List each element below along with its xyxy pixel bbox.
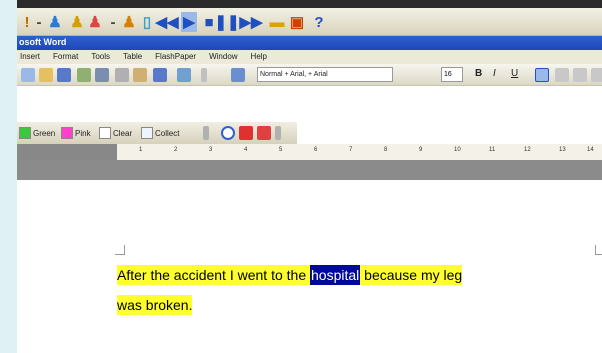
circle-icon[interactable] [221, 126, 235, 140]
collect-label: Collect [155, 128, 180, 138]
help-icon[interactable]: ? [311, 12, 327, 32]
clear-swatch-icon [99, 127, 111, 139]
user-icon[interactable]: ♟ [69, 12, 85, 32]
rewind-icon[interactable]: ◀◀ [155, 12, 178, 32]
image-icon[interactable] [257, 126, 271, 140]
green-label: Green [33, 128, 56, 138]
undo-icon[interactable] [153, 68, 167, 82]
save-icon[interactable] [57, 68, 71, 82]
ruler-number: 7 [349, 147, 353, 153]
ruler-number: 14 [587, 147, 594, 153]
open-icon[interactable] [39, 68, 53, 82]
annotation-toolbar: ! - ♟ ♟ ♟ - ♟ ▯ ◀◀ ▶ ■ ❚❚ ▶▶ ▬ ▣ ? [17, 8, 602, 36]
research-icon[interactable] [95, 68, 109, 82]
new-icon[interactable] [21, 68, 35, 82]
record-icon[interactable] [239, 126, 253, 140]
pink-highlight-button[interactable]: Pink [61, 126, 91, 140]
green-swatch-icon [19, 127, 31, 139]
clear-highlight-button[interactable]: Clear [99, 126, 132, 140]
underline-button[interactable]: U [511, 68, 518, 79]
highlighted-text[interactable]: because my leg [360, 265, 463, 285]
ruler-number: 10 [454, 147, 461, 153]
collect-button[interactable]: Collect [141, 126, 179, 140]
cut-icon[interactable] [115, 68, 129, 82]
toolbar-separator [275, 126, 281, 140]
menu-table[interactable]: Table [123, 52, 142, 62]
clear-label: Clear [113, 128, 133, 138]
ruler-number: 5 [279, 147, 283, 153]
green-highlight-button[interactable]: Green [19, 126, 55, 140]
ruler-number: 2 [174, 147, 178, 153]
ruler-number: 6 [314, 147, 318, 153]
justify-icon[interactable] [591, 68, 602, 82]
toolbar-separator [201, 68, 207, 82]
selected-word[interactable]: hospital [310, 265, 361, 285]
highlighted-text-line2[interactable]: was broken. [117, 295, 193, 315]
document-page[interactable]: After the accident I went to the hospita… [17, 180, 602, 353]
ruler-number: 3 [209, 147, 213, 153]
styles-icon[interactable] [231, 68, 245, 82]
ruler-number: 8 [384, 147, 388, 153]
italic-button[interactable]: I [493, 68, 496, 79]
spelling-icon[interactable] [77, 68, 91, 82]
style-select[interactable]: Normal + Arial, + Arial [257, 67, 393, 82]
top-edge [17, 0, 602, 8]
fast-forward-icon[interactable]: ▶▶ [239, 12, 262, 32]
user-red-icon[interactable]: ♟ [87, 12, 103, 32]
folder-icon[interactable]: ▬ [269, 12, 285, 32]
ruler-number: 11 [489, 147, 496, 153]
ruler-number: 4 [244, 147, 248, 153]
window-title: osoft Word [19, 37, 67, 47]
play-icon[interactable]: ▶ [181, 12, 197, 32]
app-window: ! - ♟ ♟ ♟ - ♟ ▯ ◀◀ ▶ ■ ❚❚ ▶▶ ▬ ▣ ? osoft… [17, 0, 602, 353]
person-icon[interactable]: ♟ [47, 12, 63, 32]
margin-corner-left [115, 245, 125, 255]
horizontal-ruler[interactable]: 1 2 3 4 5 6 7 8 9 10 11 12 13 14 [17, 144, 602, 160]
dropdown-icon[interactable]: - [31, 12, 47, 32]
highlighted-text[interactable]: After the accident I went to the [117, 265, 310, 285]
margin-corner-right [595, 245, 602, 255]
paste-icon[interactable] [133, 68, 147, 82]
menu-format[interactable]: Format [53, 52, 78, 62]
toolbar-separator [203, 126, 209, 140]
ruler-number: 9 [419, 147, 423, 153]
bold-button[interactable]: B [475, 68, 482, 79]
menu-tools[interactable]: Tools [91, 52, 110, 62]
menu-insert[interactable]: Insert [20, 52, 40, 62]
menu-bar: Insert Format Tools Table FlashPaper Win… [17, 50, 602, 64]
highlight-toolbar: Green Pink Clear Collect [17, 122, 297, 144]
menu-help[interactable]: Help [251, 52, 267, 62]
ruler-number: 12 [524, 147, 531, 153]
ruler-number: 13 [559, 147, 566, 153]
dropdown-icon[interactable]: - [105, 12, 121, 32]
title-bar: osoft Word [17, 36, 602, 50]
document-background [17, 160, 602, 180]
hyperlink-icon[interactable] [177, 68, 191, 82]
save-icon[interactable]: ▣ [289, 12, 305, 32]
align-left-icon[interactable] [535, 68, 549, 82]
document-text[interactable]: After the accident I went to the hospita… [117, 260, 577, 320]
ruler-margin-left [17, 144, 117, 160]
align-right-icon[interactable] [573, 68, 587, 82]
pink-swatch-icon [61, 127, 73, 139]
menu-flashpaper[interactable]: FlashPaper [155, 52, 196, 62]
pause-icon[interactable]: ❚❚ [214, 12, 239, 32]
pink-label: Pink [75, 128, 91, 138]
font-size-select[interactable]: 16 [441, 67, 463, 82]
align-center-icon[interactable] [555, 68, 569, 82]
standard-toolbar: Normal + Arial, + Arial 16 B I U [17, 64, 602, 86]
collect-icon [141, 127, 153, 139]
menu-window[interactable]: Window [209, 52, 237, 62]
page-icon[interactable]: ▯ [139, 12, 155, 32]
ruler-scale: 1 2 3 4 5 6 7 8 9 10 11 12 13 14 [117, 144, 602, 160]
user-orange-icon[interactable]: ♟ [121, 12, 137, 32]
ruler-number: 1 [139, 147, 143, 153]
